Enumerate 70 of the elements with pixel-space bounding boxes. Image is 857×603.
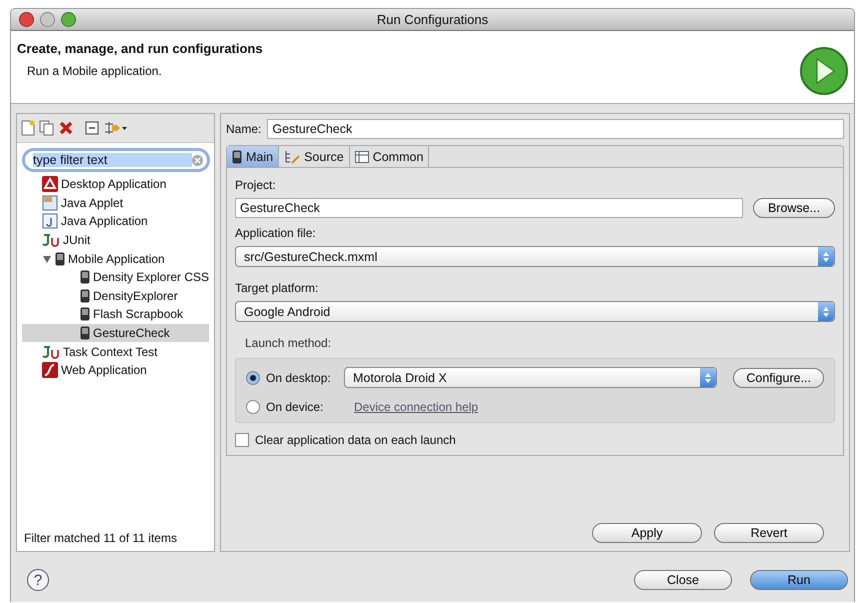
tree-item[interactable]: Web Application [22, 360, 209, 380]
project-label: Project: [235, 178, 277, 192]
tab[interactable]: Main [227, 146, 280, 167]
tree-item[interactable]: Desktop Application [22, 175, 209, 194]
minimize-window-button[interactable] [40, 12, 55, 27]
tree-item[interactable]: JUnit [22, 230, 209, 250]
filter-dropdown-icon[interactable] [103, 120, 127, 136]
tab[interactable]: Source [279, 146, 350, 167]
junit-logo-icon [42, 233, 60, 248]
launch-method-label: Launch method: [245, 336, 332, 350]
copy-icon[interactable] [39, 120, 55, 136]
target-platform-select[interactable]: Google Android [235, 301, 835, 322]
tree-item[interactable]: Task Context Test [22, 342, 209, 361]
browse-button[interactable]: Browse... [753, 198, 835, 218]
dialog-button[interactable]: Run [750, 570, 848, 590]
phone-icon [80, 326, 90, 340]
project-field[interactable]: GestureCheck [235, 198, 743, 218]
flash-icon [42, 362, 58, 378]
table-icon [354, 150, 369, 162]
tree-item[interactable]: GestureCheck [22, 324, 209, 342]
collapse-icon[interactable] [85, 121, 99, 135]
new-document-icon[interactable] [21, 120, 35, 136]
phone-icon [55, 252, 65, 266]
configure-button[interactable]: Configure... [733, 368, 824, 388]
header-subtitle: Run a Mobile application. [27, 64, 163, 78]
target-platform-label: Target platform: [235, 281, 320, 295]
application-file-select[interactable]: src/GestureCheck.mxml [235, 246, 835, 267]
tree-item[interactable]: DensityExplorer [22, 286, 209, 306]
help-button[interactable]: ? [27, 569, 49, 591]
disclosure-triangle-icon[interactable] [42, 254, 52, 264]
zoom-window-button[interactable] [61, 12, 76, 27]
tree-item[interactable]: Density Explorer CSS [22, 268, 209, 287]
phone-icon [232, 150, 242, 164]
checkbox[interactable] [235, 433, 249, 447]
tree-item[interactable]: Mobile Application [22, 249, 209, 268]
action-button[interactable]: Revert [714, 523, 824, 543]
dialog-button[interactable]: Close [634, 570, 732, 590]
phone-icon [80, 270, 90, 284]
radio-label: On desktop: [266, 370, 332, 384]
app-icon [42, 176, 58, 192]
action-button[interactable]: Apply [592, 523, 702, 543]
tree-pencil-icon [284, 150, 300, 164]
clear-icon[interactable] [192, 154, 203, 166]
delete-icon[interactable] [59, 121, 73, 135]
select-arrows-icon [818, 247, 834, 266]
select-arrows-icon [700, 368, 716, 387]
select-arrows-icon [818, 302, 834, 321]
window-icon [42, 213, 58, 230]
radio-label: On device: [266, 400, 324, 414]
applet-icon [42, 194, 58, 211]
checkbox-label: Clear application data on each launch [255, 433, 456, 447]
close-window-button[interactable] [19, 12, 34, 27]
tab[interactable]: Common [350, 146, 430, 167]
junit-logo-icon [42, 344, 60, 359]
application-file-label: Application file: [235, 226, 317, 240]
radio-button[interactable] [246, 400, 260, 414]
filter-status-text: Filter matched 11 of 11 items [23, 531, 178, 547]
phone-icon [80, 307, 90, 322]
radio-button[interactable] [246, 370, 260, 384]
header-title: Create, manage, and run configurations [17, 41, 263, 56]
name-field[interactable]: GestureCheck [267, 119, 844, 139]
name-label: Name: [226, 122, 262, 136]
filter-search-field[interactable]: type filter text [22, 148, 210, 172]
tree-item[interactable]: Java Applet [22, 194, 209, 212]
device-help-link[interactable]: Device connection help [354, 400, 478, 414]
device-select[interactable]: Motorola Droid X [344, 367, 718, 388]
phone-icon [80, 288, 90, 303]
tree-item[interactable]: Flash Scrapbook [22, 305, 209, 324]
window-title: Run Configurations [376, 12, 490, 27]
tree-item[interactable]: Java Application [22, 212, 209, 231]
